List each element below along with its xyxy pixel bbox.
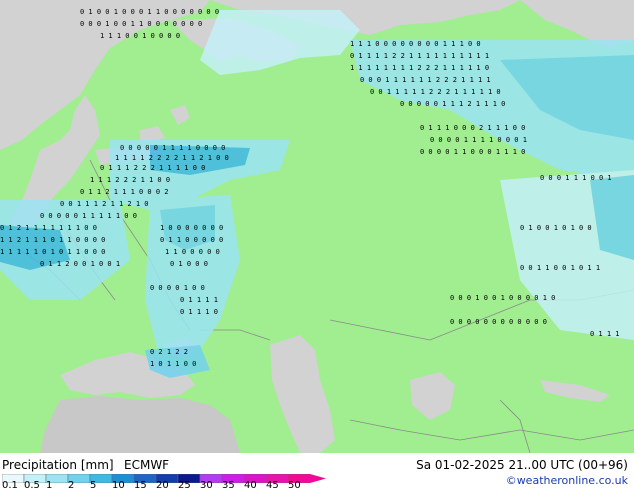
svg-text:1 1 0 0 0 0 0: 1 1 0 0 0 0 0 [165, 248, 220, 256]
credit-link[interactable]: ©weatheronline.co.uk [506, 474, 628, 487]
svg-text:0 0 0 0 0 1 1 1 1 0 0 0 0: 0 0 0 0 0 1 1 1 1 0 0 0 0 [120, 144, 225, 152]
svg-text:0 0 0 1 0 0 1 1 0 0 0 0 0 0 0: 0 0 0 1 0 0 1 1 0 0 0 0 0 0 0 [80, 20, 202, 28]
svg-text:1 1 1 1 1 0 1 0 1 1 0 0 0: 1 1 1 1 1 0 1 0 1 1 0 0 0 [0, 248, 105, 256]
svg-text:0 0 0 0 1 0 0: 0 0 0 0 1 0 0 [150, 284, 205, 292]
svg-text:1 1 1 2 2 2 1 1 0 0: 1 1 1 2 2 2 1 1 0 0 [90, 176, 170, 184]
colorbar-tick-label: 50 [288, 480, 301, 491]
svg-text:0 1 1 2 1 1 1 0 0 0 2: 0 1 1 2 1 1 1 0 0 0 2 [80, 188, 169, 196]
colorbar-tick-label: 5 [90, 480, 97, 491]
svg-text:0 0 0 0 1 1 1 1 0 0 0 1: 0 0 0 0 1 1 1 1 0 0 0 1 [430, 136, 527, 144]
svg-text:0 1 2 1 1 1 1 1 1 1 0 0: 0 1 2 1 1 1 1 1 1 1 0 0 [0, 224, 97, 232]
svg-text:0 1 0 0 0: 0 1 0 0 0 [170, 260, 208, 268]
colorbar-tick-label: 40 [244, 480, 257, 491]
colorbar-tick-label: 0.5 [24, 480, 40, 491]
colorbar-tick-label: 15 [134, 480, 147, 491]
legend-title: Precipitation [mm] [2, 458, 114, 472]
svg-text:1 0 0 0 0 0 0 0: 1 0 0 0 0 0 0 0 [160, 224, 223, 232]
model-name: ECMWF [124, 458, 170, 472]
svg-text:0 2 1 2 2: 0 2 1 2 2 [150, 348, 188, 356]
svg-text:0 1 1 1 0: 0 1 1 1 0 [180, 308, 218, 316]
svg-text:0 0 0 0 1 1 0 0 0 1 1 1 0: 0 0 0 0 1 1 0 0 0 1 1 1 0 [420, 148, 525, 156]
svg-text:0 1 0 0 1 0 1 0 0: 0 1 0 0 1 0 1 0 0 [520, 224, 592, 232]
colorbar-tick-label: 30 [200, 480, 213, 491]
valid-time: Sa 01-02-2025 21..00 UTC (00+96) [416, 458, 628, 472]
colorbar-tick-label: 0.1 [2, 480, 18, 491]
svg-text:0 1 1 0 0 0 0 0: 0 1 1 0 0 0 0 0 [160, 236, 223, 244]
svg-text:0 0 0 0 0 1 1 1 1 1 0 0: 0 0 0 0 0 1 1 1 1 1 0 0 [40, 212, 137, 220]
svg-text:0 0 1 1 1 1 1 2 2 2 1 1 1 1 1: 0 0 1 1 1 1 1 2 2 2 1 1 1 1 1 0 [370, 88, 501, 96]
svg-text:1 1 1 1 2 2 2 2 1 1 2 1 0 0: 1 1 1 1 2 2 2 2 1 1 2 1 0 0 [115, 154, 229, 162]
svg-text:0 0 0 0 0 0 0 0 0 0 0 0: 0 0 0 0 0 0 0 0 0 0 0 0 [450, 318, 547, 326]
colorbar-tick-label: 1 [46, 480, 53, 491]
svg-text:0 1 0 0 1 0 0 0 1 1 0 0 0 0 0: 0 1 0 0 1 0 0 0 1 1 0 0 0 0 0 0 0 [80, 8, 219, 16]
svg-text:0 0 0 1 1 1 0 0 1: 0 0 0 1 1 1 0 0 1 [540, 174, 612, 182]
colorbar-tick-label: 2 [68, 480, 75, 491]
svg-text:0 1 1 1: 0 1 1 1 [590, 330, 620, 338]
svg-text:0 1 1 1 1: 0 1 1 1 1 [180, 296, 218, 304]
svg-text:0 1 1 1 0 0 0 2 1 1 1 0 0: 0 1 1 1 0 0 0 2 1 1 1 0 0 [420, 124, 525, 132]
colorbar-tick-label: 35 [222, 480, 235, 491]
colorbar-tick-label: 10 [112, 480, 125, 491]
svg-text:0 0 1 1 0 0 1 0 1 1: 0 0 1 1 0 0 1 0 1 1 [520, 264, 600, 272]
svg-text:1 1 1 0 0 1 0 0 0 0: 1 1 1 0 0 1 0 0 0 0 [100, 32, 180, 40]
svg-text:1 1 1 0 0 0 0 0 0 0 0 1 1 1 0: 1 1 1 0 0 0 0 0 0 0 0 1 1 1 0 0 [350, 40, 481, 48]
svg-text:1 1 1 1 1 1 1 1 2 2 2 1 1 1 1: 1 1 1 1 1 1 1 1 2 2 2 1 1 1 1 1 0 [350, 64, 489, 72]
colorbar-tick-label: 25 [178, 480, 191, 491]
svg-text:0 0 0 1 0 0 1 0 0 0 0 1 0: 0 0 0 1 0 0 1 0 0 0 0 1 0 [450, 294, 555, 302]
precipitation-map: 0 1 0 0 1 0 0 0 1 1 0 0 0 0 0 0 0 0 0 0 … [0, 0, 634, 453]
svg-text:0 0 0 1 1 1 1 1 1 2 2 2 1 1 1: 0 0 0 1 1 1 1 1 1 2 2 2 1 1 1 1 [360, 76, 491, 84]
svg-text:1 0 1 1 0 0: 1 0 1 1 0 0 [150, 360, 196, 368]
svg-text:0 0 0 0 0 1 1 1 2 1 1 1 0: 0 0 0 0 0 1 1 1 2 1 1 1 0 [400, 100, 505, 108]
svg-text:0 0 1 1 1 2 1 1 2 1 0: 0 0 1 1 1 2 1 1 2 1 0 [60, 200, 149, 208]
colorbar-tick-label: 20 [156, 480, 169, 491]
legend-bar: Precipitation [mm] ECMWF Sa 01-02-2025 2… [0, 453, 634, 491]
colorbar-tick-label: 45 [266, 480, 279, 491]
svg-text:0 1 1 1 1 2 2 1 1 1 1 1 1 1 1: 0 1 1 1 1 2 2 1 1 1 1 1 1 1 1 1 1 [350, 52, 489, 60]
colorbar-arrow [310, 474, 326, 483]
svg-text:1 1 2 1 1 1 0 1 1 0 0 0 0: 1 1 2 1 1 1 0 1 1 0 0 0 0 [0, 236, 105, 244]
svg-text:0 1 1 1 2 2 2 1 1 1 1 0 0: 0 1 1 1 2 2 2 1 1 1 1 0 0 [100, 164, 205, 172]
map-canvas: 0 1 0 0 1 0 0 0 1 1 0 0 0 0 0 0 0 0 0 0 … [0, 0, 634, 453]
svg-text:0 1 1 2 0 0 1 0 0 1: 0 1 1 2 0 0 1 0 0 1 [40, 260, 120, 268]
